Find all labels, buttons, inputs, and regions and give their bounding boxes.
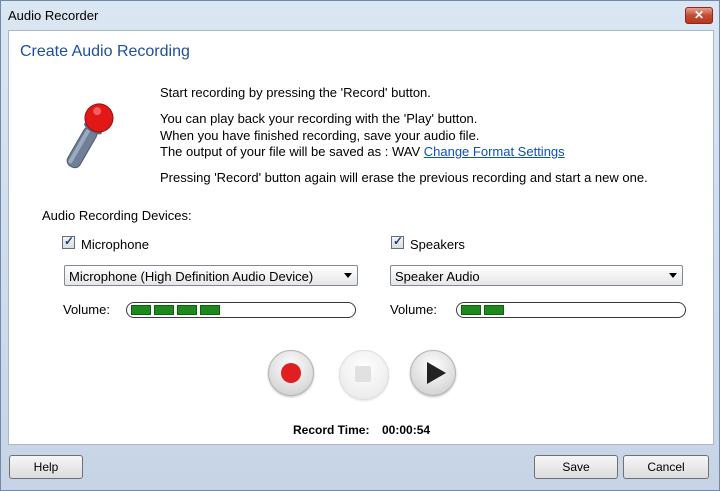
play-button[interactable] <box>410 350 456 396</box>
microphone-checkbox[interactable]: ✓ <box>62 234 75 249</box>
speaker-device-select[interactable]: Speaker Audio <box>390 265 683 286</box>
intro-line-4: The output of your file will be saved as… <box>160 144 565 159</box>
volume-level-segment <box>131 305 151 315</box>
speakers-checkbox[interactable]: ✓ <box>391 234 404 249</box>
volume-level-segment <box>177 305 197 315</box>
window-title: Audio Recorder <box>8 8 99 23</box>
record-button[interactable] <box>268 350 314 396</box>
page-title: Create Audio Recording <box>20 43 190 60</box>
microphone-device-select[interactable]: Microphone (High Definition Audio Device… <box>64 265 358 286</box>
microphone-volume-meter <box>126 302 356 318</box>
speaker-device-value: Speaker Audio <box>395 269 480 284</box>
audio-recorder-window: Audio Recorder ✕ Create Audio Recording … <box>0 0 720 491</box>
speaker-volume-label: Volume: <box>390 302 437 317</box>
intro-line-5: Pressing 'Record' button again will eras… <box>160 170 648 185</box>
volume-level-segment <box>484 305 504 315</box>
play-icon <box>427 362 446 384</box>
stop-button[interactable] <box>339 350 389 400</box>
title-bar: Audio Recorder ✕ <box>1 1 719 29</box>
help-button[interactable]: Help <box>9 455 83 479</box>
devices-label: Audio Recording Devices: <box>42 208 192 223</box>
microphone-label: Microphone <box>81 237 149 252</box>
intro-line-1: Start recording by pressing the 'Record'… <box>160 85 431 100</box>
change-format-settings-link[interactable]: Change Format Settings <box>424 144 565 159</box>
volume-level-segment <box>461 305 481 315</box>
volume-level-segment <box>200 305 220 315</box>
output-format-text: The output of your file will be saved as… <box>160 144 421 159</box>
microphone-device-value: Microphone (High Definition Audio Device… <box>69 269 314 284</box>
intro-line-2: You can play back your recording with th… <box>160 111 478 126</box>
stop-icon <box>355 366 371 382</box>
check-icon: ✓ <box>393 234 404 248</box>
volume-level-segment <box>154 305 174 315</box>
intro-line-3: When you have finished recording, save y… <box>160 128 480 143</box>
record-time-label: Record Time: <box>293 423 370 437</box>
dialog-content: Create Audio Recording Start recording b… <box>8 30 714 445</box>
save-button[interactable]: Save <box>534 455 618 479</box>
microphone-icon <box>66 103 114 169</box>
cancel-button[interactable]: Cancel <box>623 455 709 479</box>
close-button[interactable]: ✕ <box>685 7 713 24</box>
microphone-volume-label: Volume: <box>63 302 110 317</box>
chevron-down-icon <box>344 273 352 278</box>
chevron-down-icon <box>669 273 677 278</box>
speakers-label: Speakers <box>410 237 465 252</box>
record-time-value: 00:00:54 <box>382 423 431 437</box>
record-icon <box>281 363 301 383</box>
check-icon: ✓ <box>64 234 75 248</box>
speaker-volume-meter <box>456 302 686 318</box>
